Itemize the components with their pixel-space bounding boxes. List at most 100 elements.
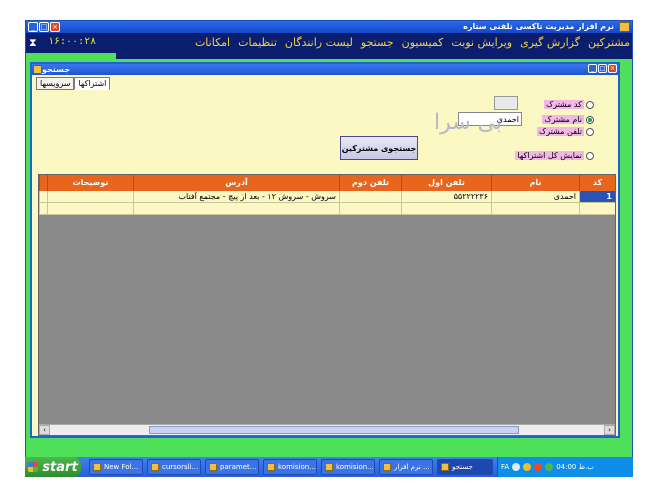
cell-notes[interactable]	[47, 191, 133, 203]
table-row-new[interactable]	[39, 203, 615, 215]
menu-commission[interactable]: کمیسیون	[402, 36, 444, 49]
radio-by-phone[interactable]	[586, 127, 594, 136]
search-window-title: جستجو	[42, 65, 70, 74]
search-subscribers-button[interactable]: جستجوی مشترکین	[340, 136, 418, 160]
menu-search[interactable]: جستجو	[361, 36, 394, 49]
cell-code[interactable]: 1	[579, 191, 615, 203]
maximize-icon[interactable]: □	[598, 64, 607, 73]
clock-display: ۱۶:۰۰:۲۸	[48, 36, 97, 47]
task-taxi-app[interactable]: نرم افزار ...	[379, 459, 433, 475]
start-button[interactable]: start	[25, 457, 81, 477]
cell-spacer	[39, 191, 47, 203]
column-name[interactable]: نام	[491, 175, 579, 191]
language-indicator[interactable]: FA	[501, 463, 509, 471]
task-komision-1[interactable]: komision...	[263, 459, 317, 475]
task-label: cursorsli...	[162, 463, 199, 471]
minimize-icon[interactable]: _	[28, 22, 38, 32]
volume-icon[interactable]	[545, 463, 554, 471]
windows-flag-icon	[28, 462, 39, 472]
option-by-phone[interactable]: تلفن مشترک	[537, 127, 594, 136]
security-icon[interactable]	[534, 463, 543, 471]
scroll-right-icon[interactable]: ›	[604, 425, 615, 435]
app-title: نرم افزار مدیریت تاکسی تلفنی ستاره	[463, 22, 614, 31]
tab-subscriptions[interactable]: اشتراکها	[74, 77, 111, 90]
column-phone2[interactable]: تلفن دوم	[339, 175, 401, 191]
search-window-controls: _ □ ×	[588, 64, 617, 73]
app-logo-icon	[619, 22, 630, 32]
radio-by-name[interactable]	[586, 115, 594, 124]
toolbar-strip	[116, 53, 632, 59]
label-show-all: نمایش کل اشتراکها	[515, 151, 584, 160]
scroll-left-icon[interactable]: ‹	[39, 425, 50, 435]
column-phone1[interactable]: تلفن اول	[401, 175, 491, 191]
cell-empty[interactable]	[491, 203, 579, 215]
cell-phone2[interactable]	[339, 191, 401, 203]
cell-empty[interactable]	[133, 203, 339, 215]
search-window: جستجو _ □ × سرویسها اشتراکها کد مشترک نا…	[30, 62, 620, 438]
column-code[interactable]: کد	[579, 175, 615, 191]
task-label: جستجو	[452, 463, 473, 471]
menu-drivers-list[interactable]: لیست رانندگان	[285, 36, 353, 49]
task-label: komision...	[336, 463, 374, 471]
cell-phone1[interactable]: ۵۵۲۲۲۲۳۶	[401, 191, 491, 203]
task-label: paramet...	[220, 463, 257, 471]
grid-header: کد نام تلفن اول تلفن دوم آدرس توضیحات	[39, 175, 615, 191]
column-spacer	[39, 175, 47, 191]
tab-services[interactable]: سرویسها	[36, 77, 75, 90]
close-icon[interactable]: ×	[50, 22, 60, 32]
column-notes[interactable]: توضیحات	[47, 175, 133, 191]
option-by-code[interactable]: کد مشترک	[544, 100, 594, 109]
menu-facilities[interactable]: امکانات	[195, 36, 230, 49]
task-parameters[interactable]: paramet...	[205, 459, 259, 475]
start-label: start	[42, 459, 78, 475]
hourglass-icon: ⧗	[29, 36, 37, 49]
folder-icon	[151, 463, 159, 471]
radio-by-code[interactable]	[586, 100, 594, 109]
menu-edit-turn[interactable]: ویرایش نوبت	[451, 36, 512, 49]
cell-empty[interactable]	[579, 203, 615, 215]
scroll-thumb[interactable]	[149, 426, 519, 434]
cell-spacer	[39, 203, 47, 215]
search-window-icon	[33, 65, 42, 74]
label-by-name: نام مشترک	[542, 115, 584, 124]
results-grid: کد نام تلفن اول تلفن دوم آدرس توضیحات 1 …	[38, 174, 616, 436]
option-by-name[interactable]: نام مشترک	[542, 115, 594, 124]
cell-empty[interactable]	[401, 203, 491, 215]
task-new-folder[interactable]: New Fol...	[89, 459, 143, 475]
app-icon	[267, 463, 275, 471]
column-address[interactable]: آدرس	[133, 175, 339, 191]
cell-address[interactable]: سروش - سروش ۱۲ - بعد از پیچ - مجتمع آفتا…	[133, 191, 339, 203]
menu-settings[interactable]: تنظیمات	[238, 36, 277, 49]
help-icon[interactable]	[512, 463, 521, 471]
label-by-phone: تلفن مشترک	[537, 127, 584, 136]
option-show-all[interactable]: نمایش کل اشتراکها	[515, 151, 594, 160]
main-titlebar[interactable]: _ □ × نرم افزار مدیریت تاکسی تلفنی ستاره	[26, 21, 632, 33]
window-controls: _ □ ×	[28, 22, 60, 32]
maximize-icon[interactable]: □	[39, 22, 49, 32]
task-search[interactable]: جستجو	[437, 459, 493, 475]
cell-name[interactable]: احمدی	[491, 191, 579, 203]
search-titlebar[interactable]: جستجو _ □ ×	[32, 64, 618, 75]
task-komision-2[interactable]: komision...	[321, 459, 375, 475]
task-label: komision...	[278, 463, 316, 471]
cell-empty[interactable]	[339, 203, 401, 215]
radio-show-all[interactable]	[586, 151, 594, 160]
menu-subscribers[interactable]: مشترکین	[588, 36, 630, 49]
task-cursors[interactable]: cursorsli...	[147, 459, 201, 475]
tray-clock[interactable]: 04:00 ب.ظ	[556, 463, 594, 471]
task-label: New Fol...	[104, 463, 139, 471]
taskbar: start New Fol... cursorsli... paramet...…	[25, 457, 633, 477]
main-menu: مشترکین گزارش گیری ویرایش نوبت کمیسیون ج…	[195, 36, 630, 49]
horizontal-scrollbar[interactable]: ‹ ›	[39, 424, 615, 435]
cell-empty[interactable]	[47, 203, 133, 215]
task-label: نرم افزار ...	[394, 463, 430, 471]
menu-reports[interactable]: گزارش گیری	[520, 36, 580, 49]
close-icon[interactable]: ×	[608, 64, 617, 73]
network-icon[interactable]	[523, 463, 532, 471]
minimize-icon[interactable]: _	[588, 64, 597, 73]
app-icon	[383, 463, 391, 471]
watermark-text: بی سرا	[434, 110, 503, 135]
app-icon	[325, 463, 333, 471]
table-row[interactable]: 1 احمدی ۵۵۲۲۲۲۳۶ سروش - سروش ۱۲ - بعد از…	[39, 191, 615, 203]
code-input[interactable]	[494, 96, 518, 110]
